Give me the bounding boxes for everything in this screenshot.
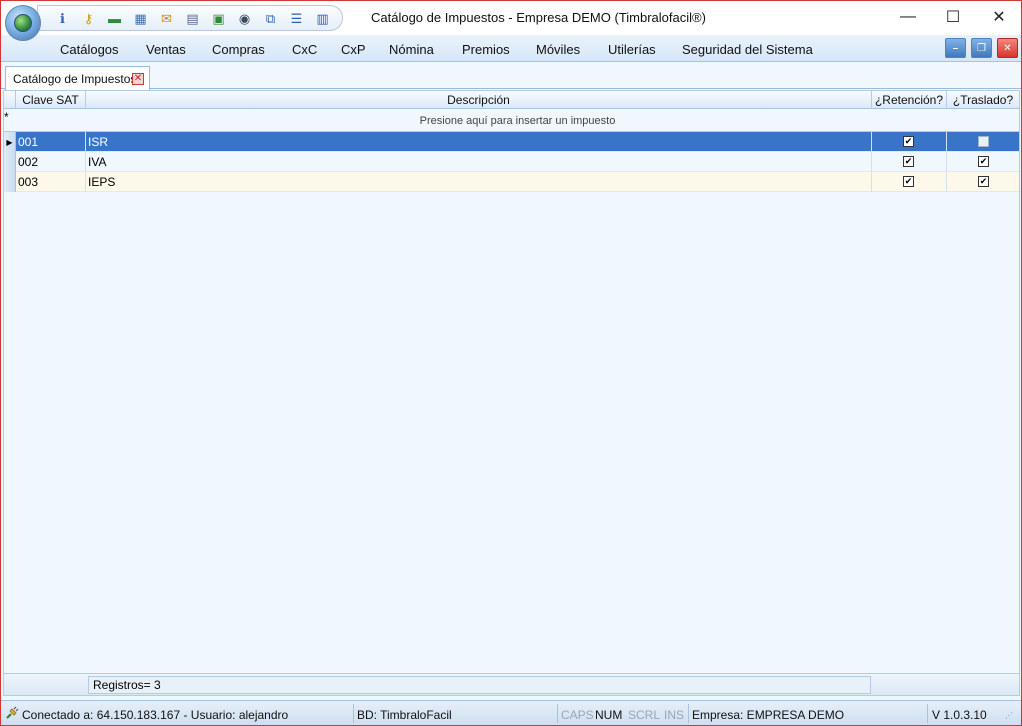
row-indicator[interactable]	[4, 172, 16, 192]
status-scrl: SCRL	[628, 708, 661, 722]
cell-descripcion[interactable]: IVA	[86, 152, 872, 172]
mdi-close-button[interactable]: ✕	[997, 38, 1018, 58]
connection-plug-icon	[6, 706, 19, 719]
menu-cxc[interactable]: CxC	[292, 42, 317, 57]
cell-clave-sat[interactable]: 001	[16, 132, 86, 152]
window-minimize-button[interactable]: —	[885, 1, 931, 33]
traslado-checkbox[interactable]: ✔	[978, 156, 989, 167]
status-connection: Conectado a: 64.150.183.167 - Usuario: a…	[22, 708, 289, 722]
status-separator	[353, 704, 354, 723]
taxes-grid: Clave SAT Descripción ¿Retención? ¿Trasl…	[3, 90, 1020, 696]
app-window: ℹ ⚷ ▬ ▦ ✉ ▤ ▣ ◉ ⧉ ☰ ▥ Catálogo de Impuestos - Empr…	[0, 0, 1022, 726]
row-indicator[interactable]	[4, 152, 16, 172]
status-bar: Conectado a: 64.150.183.167 - Usuario: a…	[1, 700, 1021, 725]
row-indicator[interactable]: ▶	[4, 132, 16, 152]
cell-retencion: ✔	[872, 172, 947, 192]
cell-clave-sat[interactable]: 003	[16, 172, 86, 192]
menu-utilerias[interactable]: Utilerías	[608, 42, 656, 57]
mail-icon[interactable]: ✉	[156, 9, 177, 27]
cell-descripcion[interactable]: ISR	[86, 132, 872, 152]
menu-premios[interactable]: Premios	[462, 42, 510, 57]
documents-icon[interactable]: ▤	[182, 9, 203, 27]
table-row[interactable]: 002 IVA ✔ ✔	[4, 152, 1019, 172]
calculator-icon[interactable]: ▦	[130, 9, 151, 27]
money-icon[interactable]: ▬	[104, 9, 125, 27]
menu-seguridad[interactable]: Seguridad del Sistema	[682, 42, 813, 57]
status-separator	[927, 704, 928, 723]
window-title: Catálogo de Impuestos - Empresa DEMO (Ti…	[371, 10, 706, 25]
quick-access-toolbar: ℹ ⚷ ▬ ▦ ✉ ▤ ▣ ◉ ⧉ ☰ ▥	[37, 5, 343, 31]
app-menu-orb[interactable]	[5, 5, 41, 41]
tab-label: Catálogo de Impuestos	[13, 71, 137, 86]
tab-close-icon[interactable]: ✕	[132, 73, 144, 85]
menu-nomina[interactable]: Nómina	[389, 42, 434, 57]
status-separator	[557, 704, 558, 723]
grid-header: Clave SAT Descripción ¿Retención? ¿Trasl…	[4, 91, 1019, 109]
status-company: Empresa: EMPRESA DEMO	[692, 708, 845, 722]
status-database: BD: TimbraloFacil	[357, 708, 452, 722]
globe-icon	[14, 14, 32, 32]
status-separator	[688, 704, 689, 723]
column-header-descripcion[interactable]: Descripción	[86, 91, 872, 109]
tile-vertical-icon[interactable]: ▥	[312, 9, 333, 27]
traslado-checkbox[interactable]	[978, 136, 989, 147]
mdi-restore-button[interactable]: ❐	[971, 38, 992, 58]
column-header-retencion[interactable]: ¿Retención?	[872, 91, 947, 109]
column-header-clave-sat[interactable]: Clave SAT	[16, 91, 86, 109]
table-row[interactable]: ▶ 001 ISR ✔	[4, 132, 1019, 152]
eye-icon[interactable]: ◉	[234, 9, 255, 27]
info-icon[interactable]: ℹ	[52, 9, 73, 27]
menu-ventas[interactable]: Ventas	[146, 42, 186, 57]
menu-catalogos[interactable]: Catálogos	[60, 42, 119, 57]
menu-bar: Catálogos Ventas Compras CxC CxP Nómina …	[1, 35, 1021, 62]
retencion-checkbox[interactable]: ✔	[903, 176, 914, 187]
title-bar[interactable]: ℹ ⚷ ▬ ▦ ✉ ▤ ▣ ◉ ⧉ ☰ ▥ Catálogo de Impuestos - Empr…	[1, 1, 1021, 35]
menu-moviles[interactable]: Móviles	[536, 42, 580, 57]
cell-clave-sat[interactable]: 002	[16, 152, 86, 172]
mdi-minimize-button[interactable]: –	[945, 38, 966, 58]
image-icon[interactable]: ▣	[208, 9, 229, 27]
window-maximize-button[interactable]: ☐	[930, 1, 976, 33]
window-close-button[interactable]: ✕	[976, 1, 1022, 33]
menu-compras[interactable]: Compras	[212, 42, 265, 57]
cell-retencion: ✔	[872, 132, 947, 152]
new-row[interactable]: * Presione aquí para insertar un impuest…	[4, 110, 1019, 132]
header-indicator-cell	[4, 91, 16, 109]
record-count: Registros= 3	[88, 676, 871, 694]
traslado-checkbox[interactable]: ✔	[978, 176, 989, 187]
tab-catalogo-impuestos[interactable]: Catálogo de Impuestos ✕	[5, 66, 150, 90]
status-version: V 1.0.3.10	[932, 708, 987, 722]
cell-retencion: ✔	[872, 152, 947, 172]
grid-footer: Registros= 3	[4, 673, 1019, 695]
cascade-windows-icon[interactable]: ⧉	[260, 9, 281, 27]
table-row[interactable]: 003 IEPS ✔ ✔	[4, 172, 1019, 192]
retencion-checkbox[interactable]: ✔	[903, 136, 914, 147]
cell-descripcion[interactable]: IEPS	[86, 172, 872, 192]
status-num: NUM	[595, 708, 623, 722]
cell-traslado: ✔	[947, 152, 1019, 172]
resize-grip-icon[interactable]: ⋰	[1005, 711, 1013, 720]
status-ins: INS	[664, 708, 685, 722]
cell-traslado: ✔	[947, 172, 1019, 192]
menu-cxp[interactable]: CxP	[341, 42, 366, 57]
status-caps: CAPS	[561, 708, 594, 722]
column-header-traslado[interactable]: ¿Traslado?	[947, 91, 1019, 109]
cell-traslado	[947, 132, 1019, 152]
retencion-checkbox[interactable]: ✔	[903, 156, 914, 167]
new-row-hint[interactable]: Presione aquí para insertar un impuesto	[16, 110, 1019, 132]
key-icon[interactable]: ⚷	[78, 9, 99, 27]
document-tab-strip: Catálogo de Impuestos ✕	[1, 63, 1021, 90]
tile-horizontal-icon[interactable]: ☰	[286, 9, 307, 27]
